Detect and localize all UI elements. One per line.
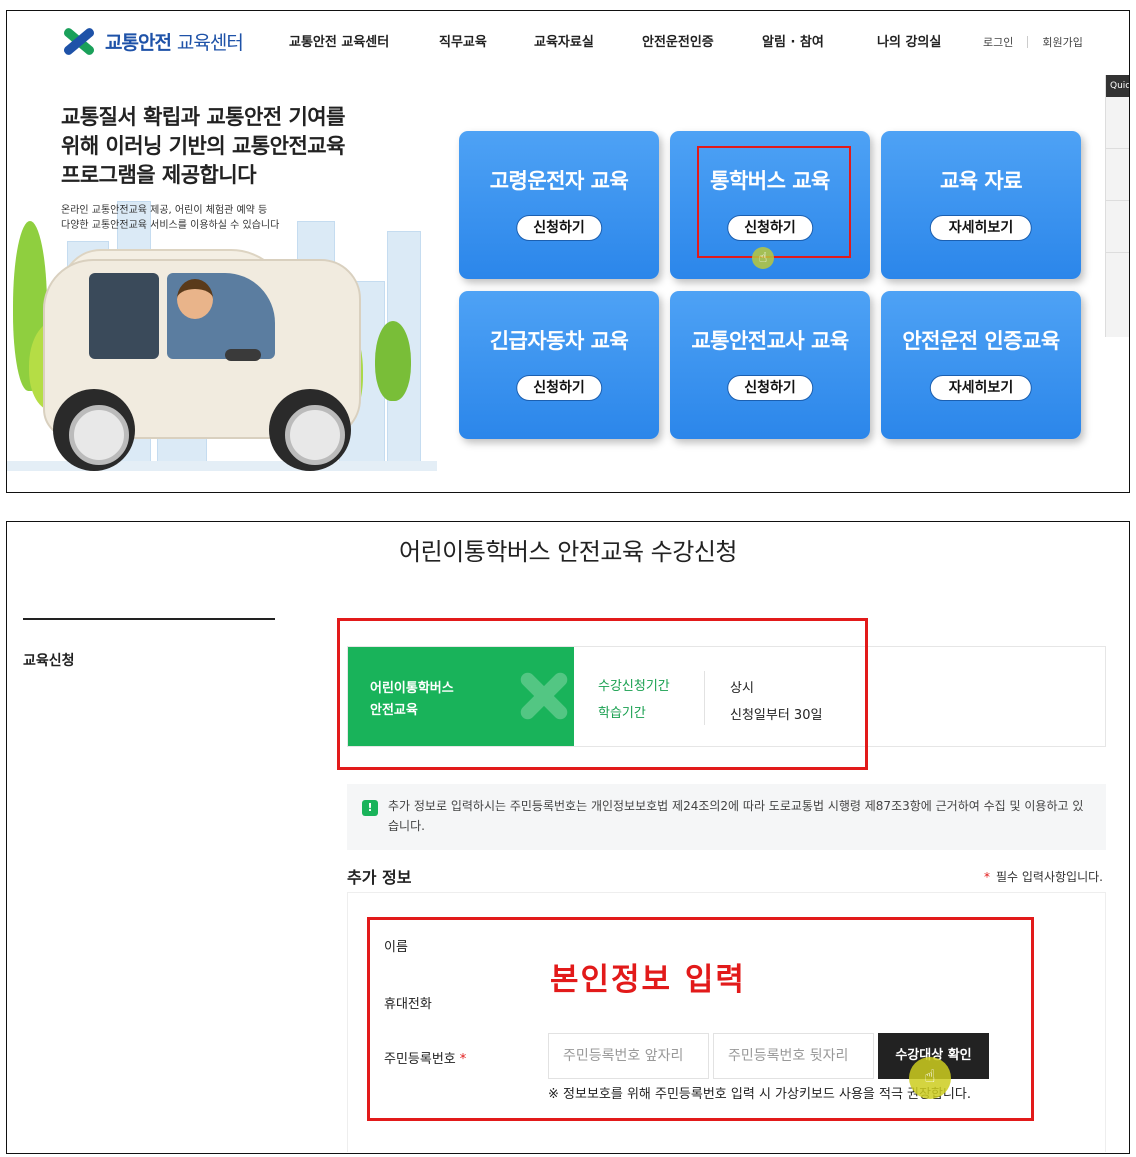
main-screenshot: 교통안전 교육센터 교통안전 교육센터 직무교육 교육자료실 안전운전인증 알림… (6, 10, 1130, 493)
quick-menu-item[interactable] (1106, 201, 1129, 253)
card-safety-teacher[interactable]: 교통안전교사 교육 신청하기 (670, 291, 870, 439)
application-screenshot: 어린이통학버스 안전교육 수강신청 교육신청 어린이통학버스 안전교육 수강신청… (6, 521, 1130, 1154)
logo-text-bold: 교통안전 (105, 31, 172, 54)
site-logo[interactable]: 교통안전 교육센터 (59, 25, 244, 57)
hero-subtitle-line: 다양한 교통안전교육 서비스를 이용하실 수 있습니다 (61, 220, 280, 231)
required-note-text: 필수 입력사항입니다. (996, 870, 1103, 884)
hero-subtitle-line: 온라인 교통안전교육 제공, 어린이 체험관 예약 등 (61, 205, 268, 216)
sidebar-item-apply[interactable]: 교육신청 (23, 650, 75, 670)
hero-subtitle: 온라인 교통안전교육 제공, 어린이 체험관 예약 등 다양한 교통안전교육 서… (61, 203, 279, 233)
hero-title-line: 위해 이러닝 기반의 교통안전교육 (61, 134, 345, 158)
highlight-box (697, 146, 851, 258)
cursor-hand-icon: ☝ (752, 247, 774, 269)
detail-button[interactable]: 자세히보기 (929, 215, 1033, 241)
card-title: 고령운전자 교육 (489, 169, 629, 193)
nav-item-notice[interactable]: 알림 · 참여 (762, 31, 877, 50)
nav-item-certification[interactable]: 안전운전인증 (642, 31, 762, 50)
privacy-notice: ! 추가 정보로 입력하시는 주민등록번호는 개인정보보호법 제24조의2에 따… (347, 784, 1106, 850)
card-senior-driver[interactable]: 고령운전자 교육 신청하기 (459, 131, 659, 279)
login-link[interactable]: 로그인 (983, 34, 1013, 50)
nav-item-center[interactable]: 교통안전 교육센터 (289, 31, 439, 50)
card-emergency-vehicle[interactable]: 긴급자동차 교육 신청하기 (459, 291, 659, 439)
highlight-box (337, 618, 868, 770)
page-title: 어린이통학버스 안전교육 수강신청 (399, 538, 737, 566)
quick-menu-item[interactable] (1106, 97, 1129, 149)
card-title: 교육 자료 (939, 169, 1023, 193)
sidebar-divider (23, 618, 275, 620)
quick-menu-label: Quick (1106, 75, 1129, 97)
utility-links: 로그인 회원가입 (983, 34, 1083, 50)
apply-button[interactable]: 신청하기 (727, 375, 813, 401)
nav-item-my-classroom[interactable]: 나의 강의실 (877, 31, 977, 50)
signup-link[interactable]: 회원가입 (1042, 34, 1082, 50)
apply-button[interactable]: 신청하기 (516, 375, 602, 401)
detail-button[interactable]: 자세히보기 (929, 375, 1033, 401)
cursor-hand-icon: ☝ (909, 1057, 951, 1099)
divider (1027, 36, 1029, 48)
quick-menu: Quick (1105, 75, 1129, 337)
nav-item-resources[interactable]: 교육자료실 (534, 31, 642, 50)
notice-icon: ! (362, 800, 378, 816)
nav-item-job[interactable]: 직무교육 (439, 31, 534, 50)
section-title: 추가 정보 (347, 868, 412, 887)
quick-menu-item[interactable] (1106, 149, 1129, 201)
hero-title-line: 교통질서 확립과 교통안전 기여를 (61, 105, 345, 129)
card-education-materials[interactable]: 교육 자료 자세히보기 (881, 131, 1081, 279)
required-note: * 필수 입력사항입니다. (984, 870, 1103, 884)
card-title: 교통안전교사 교육 (691, 329, 849, 353)
logo-text-light: 교육센터 (176, 31, 244, 54)
card-safe-driving-cert[interactable]: 안전운전 인증교육 자세히보기 (881, 291, 1081, 439)
card-title: 긴급자동차 교육 (489, 329, 629, 353)
apply-button[interactable]: 신청하기 (516, 215, 602, 241)
card-title: 안전운전 인증교육 (902, 329, 1060, 353)
global-nav: 교통안전 교육센터 직무교육 교육자료실 안전운전인증 알림 · 참여 나의 강… (289, 31, 977, 50)
logo-mark-icon (59, 25, 99, 57)
notice-text: 추가 정보로 입력하시는 주민등록번호는 개인정보보호법 제24조의2에 따라 … (388, 799, 1084, 833)
